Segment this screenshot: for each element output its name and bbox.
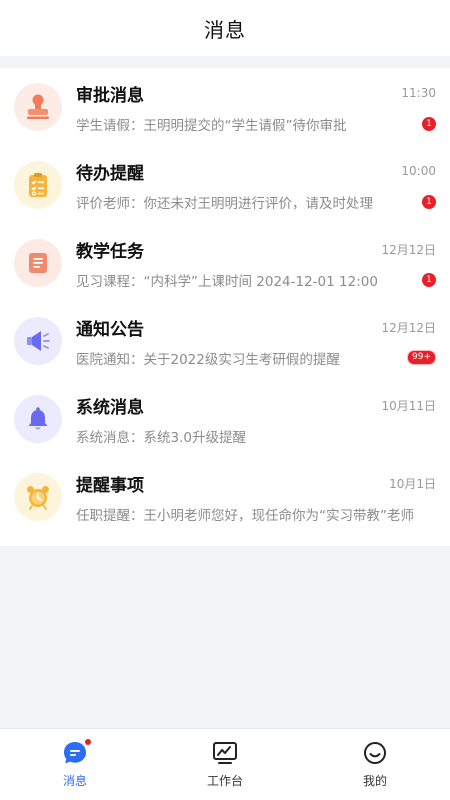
message-preview: 学生请假：王明明提交的“学生请假”待你审批 — [76, 117, 347, 134]
unread-badge: 1 — [422, 194, 436, 209]
clipboard-icon — [14, 161, 62, 209]
stamp-icon — [14, 83, 62, 131]
megaphone-icon — [14, 317, 62, 365]
tab-label: 我的 — [362, 774, 387, 788]
message-time: 10月1日 — [389, 476, 436, 491]
tab-label: 消息 — [62, 774, 87, 788]
page-title: 消息 — [204, 17, 246, 42]
message-preview: 医院通知：关于2022级实习生考研假的提醒 — [76, 351, 340, 368]
alarm-clock-icon — [14, 473, 62, 521]
unread-badge: 1 — [422, 116, 436, 131]
message-item-notice[interactable]: 通知公告 12月12日 医院通知：关于2022级实习生考研假的提醒 99+ — [0, 302, 450, 380]
tab-messages[interactable]: 消息 — [15, 738, 135, 789]
message-time: 11:30 — [401, 86, 436, 100]
unread-badge: 99+ — [407, 350, 436, 365]
message-list: 审批消息 11:30 学生请假：王明明提交的“学生请假”待你审批 1 待办提醒 … — [0, 68, 450, 546]
document-icon — [14, 239, 62, 287]
message-time: 10月11日 — [381, 398, 436, 413]
message-preview: 任职提醒：王小明老师您好，现任命你为“实习带教”老师 — [76, 507, 414, 524]
message-time: 12月12日 — [381, 320, 436, 335]
message-title: 通知公告 — [76, 319, 144, 340]
message-title: 系统消息 — [76, 397, 144, 418]
app-header: 消息 — [0, 0, 450, 56]
message-title: 审批消息 — [76, 85, 144, 106]
message-preview: 见习课程：“内科学”上课时间 2024-12-01 12:00 — [76, 273, 378, 290]
message-preview: 系统消息：系统3.0升级提醒 — [76, 429, 246, 446]
tab-profile[interactable]: 我的 — [315, 740, 435, 789]
message-item-todo[interactable]: 待办提醒 10:00 评价老师：你还未对王明明进行评价，请及时处理 1 — [0, 146, 450, 224]
message-item-teaching[interactable]: 教学任务 12月12日 见习课程：“内科学”上课时间 2024-12-01 12… — [0, 224, 450, 302]
tab-label: 工作台 — [206, 774, 243, 788]
bottom-tab-bar: 消息 工作台 我的 — [0, 728, 450, 800]
unread-badge: 1 — [422, 272, 436, 287]
chat-icon — [62, 738, 92, 766]
message-item-approval[interactable]: 审批消息 11:30 学生请假：王明明提交的“学生请假”待你审批 1 — [0, 68, 450, 146]
message-title: 待办提醒 — [76, 163, 144, 184]
message-item-reminder[interactable]: 提醒事项 10月1日 任职提醒：王小明老师您好，现任命你为“实习带教”老师 — [0, 458, 450, 536]
workbench-icon — [212, 740, 238, 766]
message-title: 提醒事项 — [76, 475, 144, 496]
notification-dot — [84, 738, 92, 746]
message-item-system[interactable]: 系统消息 10月11日 系统消息：系统3.0升级提醒 — [0, 380, 450, 458]
message-time: 12月12日 — [381, 242, 436, 257]
message-time: 10:00 — [401, 164, 436, 178]
message-preview: 评价老师：你还未对王明明进行评价，请及时处理 — [76, 195, 373, 212]
tab-workbench[interactable]: 工作台 — [165, 740, 285, 789]
message-title: 教学任务 — [76, 241, 144, 262]
bell-icon — [14, 395, 62, 443]
smile-icon — [362, 740, 388, 766]
